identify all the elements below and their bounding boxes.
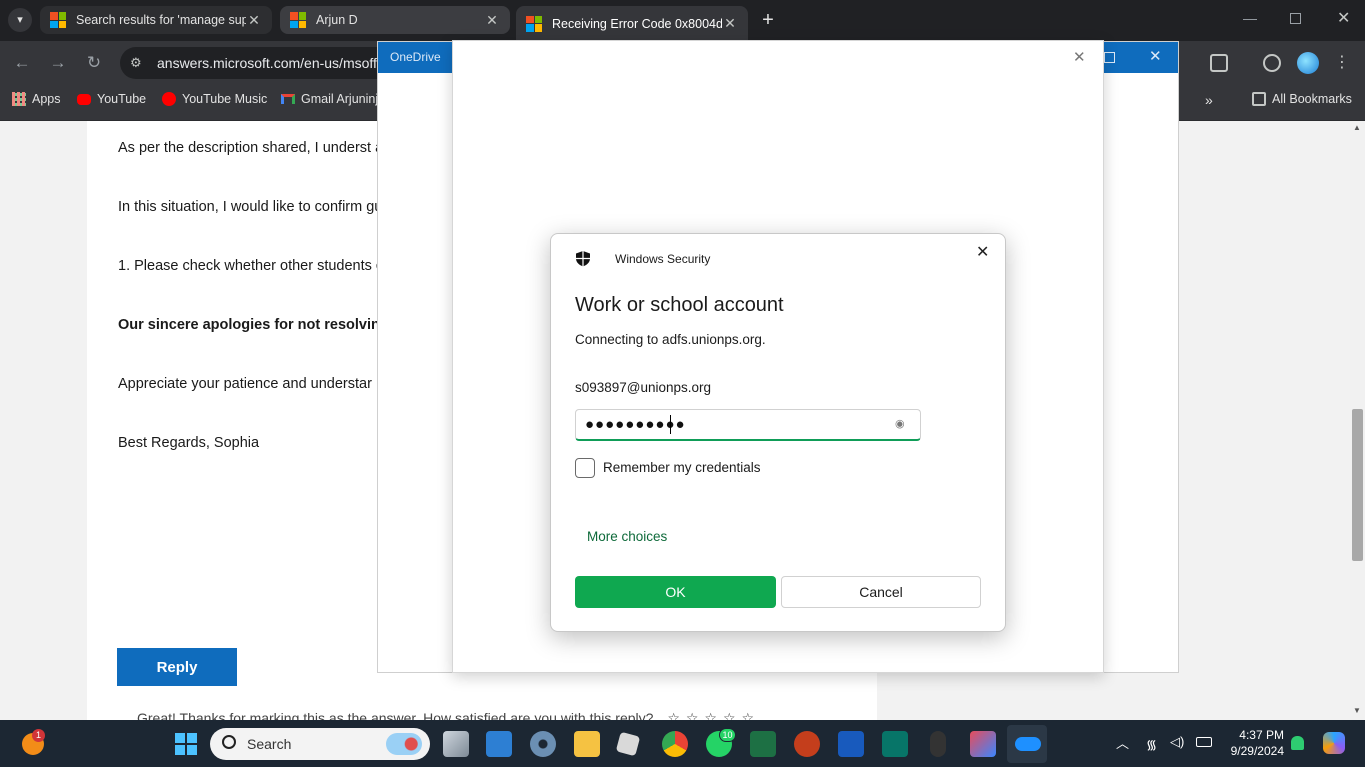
search-highlight-icon [386,733,422,755]
remember-credentials-label[interactable]: Remember my credentials [603,460,761,475]
restore-icon[interactable] [1290,13,1301,24]
dialog-app-name: Windows Security [615,252,711,266]
bookmark-youtube[interactable]: YouTube [77,92,146,106]
reply-button[interactable]: Reply [117,648,237,686]
close-window-icon[interactable]: ✕ [1337,8,1353,28]
microsoft-store-icon[interactable] [486,731,512,757]
paragraph: Appreciate your patience and understar [118,376,372,392]
youtube-icon [77,93,91,105]
gmail-icon [281,94,295,104]
copilot-icon[interactable] [1323,732,1345,754]
notification-badge: 1 [32,729,45,742]
shield-icon [576,251,590,267]
word-icon[interactable] [838,731,864,757]
connecting-text: Connecting to adfs.unionps.org. [575,332,766,347]
bookmarks-overflow-icon[interactable]: » [1205,92,1213,108]
username-text: s093897@unionps.org [575,380,712,395]
bookmark-apps[interactable]: Apps [12,92,61,106]
url-text[interactable]: answers.microsoft.com/en-us/msoff [157,55,377,71]
start-windows-icon[interactable] [175,733,197,755]
signoff: Best Regards, Sophia [118,435,260,451]
close-icon[interactable]: ✕ [722,15,738,32]
performance-icon[interactable] [1263,54,1281,72]
close-icon[interactable]: ✕ [484,12,500,29]
whatsapp-badge: 10 [719,728,736,742]
windows-security-dialog: Windows Security ✕ Work or school accoun… [550,233,1006,632]
close-icon[interactable]: ✕ [1149,47,1162,65]
bookmark-youtube-music[interactable]: YouTube Music [162,92,267,106]
mouse-app-icon[interactable] [930,731,946,757]
extensions-icon[interactable] [1210,54,1228,72]
tab-title: Arjun D [316,13,358,27]
password-field[interactable]: ●●●●●●●●●● ◉ [575,409,921,441]
tab-arjun[interactable]: Arjun D ✕ [280,6,510,34]
onedrive-cloud-icon [1015,737,1041,751]
chrome-icon[interactable] [662,731,688,757]
scroll-down-icon[interactable]: ▼ [1353,706,1361,715]
tab-title: Receiving Error Code 0x8004de [552,16,722,31]
paragraph: 1. Please check whether other students o… [118,258,388,274]
close-icon[interactable]: ✕ [976,242,989,262]
reveal-password-icon[interactable]: ◉ [895,417,905,430]
site-info-icon[interactable]: ⚙ [130,55,146,71]
feedback-prompt: Great! Thanks for marking this as the an… [137,710,760,720]
settings-gear-icon[interactable] [530,731,556,757]
powerpoint-icon[interactable] [794,731,820,757]
all-bookmarks[interactable]: All Bookmarks [1252,92,1352,106]
tab-search-results[interactable]: Search results for 'manage supp ✕ [40,6,272,34]
task-view-icon[interactable] [443,731,469,757]
apps-grid-icon [12,92,26,106]
maximize-icon[interactable] [1104,52,1115,63]
remember-credentials-checkbox[interactable] [575,458,595,478]
close-icon[interactable]: ✕ [246,12,262,29]
folder-icon [1252,92,1266,106]
answer-body: As per the description shared, I underst… [118,118,388,492]
menu-kebab-icon[interactable]: ⋮ [1334,52,1350,72]
youtube-music-icon [162,92,176,106]
microsoft-icon [50,12,66,28]
tab-search-button[interactable]: ▾ [8,8,32,32]
file-explorer-icon[interactable] [574,731,600,757]
scrollbar-thumb[interactable] [1352,409,1363,561]
apology-paragraph: Our sincere apologies for not resolvin w… [118,317,388,333]
new-tab-button[interactable]: + [758,8,778,32]
scroll-up-icon[interactable]: ▲ [1353,123,1361,132]
show-hidden-icons-chevron[interactable]: ︿ [1116,733,1129,752]
microsoft-icon [526,15,542,32]
minimize-icon[interactable]: — [1243,10,1259,30]
publisher-icon[interactable] [882,731,908,757]
notification-bell-icon[interactable] [1291,736,1304,750]
search-icon [222,735,236,749]
ok-button[interactable]: OK [575,576,776,608]
dialog-title: Work or school account [575,294,784,316]
forward-arrow-icon[interactable]: → [46,51,70,75]
back-arrow-icon[interactable]: ← [10,51,34,75]
volume-icon[interactable]: ◁) [1170,734,1184,750]
star-rating-icon[interactable]: ☆☆☆☆☆ [667,710,760,720]
battery-icon[interactable] [1196,737,1212,747]
profile-avatar[interactable] [1297,52,1319,74]
paragraph: As per the description shared, I underst… [118,140,388,156]
taskbar-search-label: Search [247,736,292,752]
bookmark-gmail[interactable]: Gmail Arjuninj [281,92,378,106]
clock-date: 9/29/2024 [1230,744,1284,758]
clock-time: 4:37 PM [1239,728,1284,742]
close-icon[interactable]: ✕ [1073,48,1086,66]
excel-icon[interactable] [750,731,776,757]
tab-title: Search results for 'manage supp [76,13,246,27]
snipping-tool-icon[interactable] [970,731,996,757]
more-choices-link[interactable]: More choices [587,529,667,544]
wifi-icon[interactable]: ᯾ [1146,735,1157,753]
microsoft-icon [290,12,306,28]
taskbar-clock[interactable]: 4:37 PM 9/29/2024 [1222,727,1284,759]
text-cursor [670,415,671,434]
cancel-button[interactable]: Cancel [781,576,981,608]
tab-receiving-error[interactable]: Receiving Error Code 0x8004de ✕ [516,6,748,41]
reload-icon[interactable]: ↻ [82,51,106,75]
paragraph: In this situation, I would like to confi… [118,199,388,215]
window-title: OneDrive [390,50,441,64]
